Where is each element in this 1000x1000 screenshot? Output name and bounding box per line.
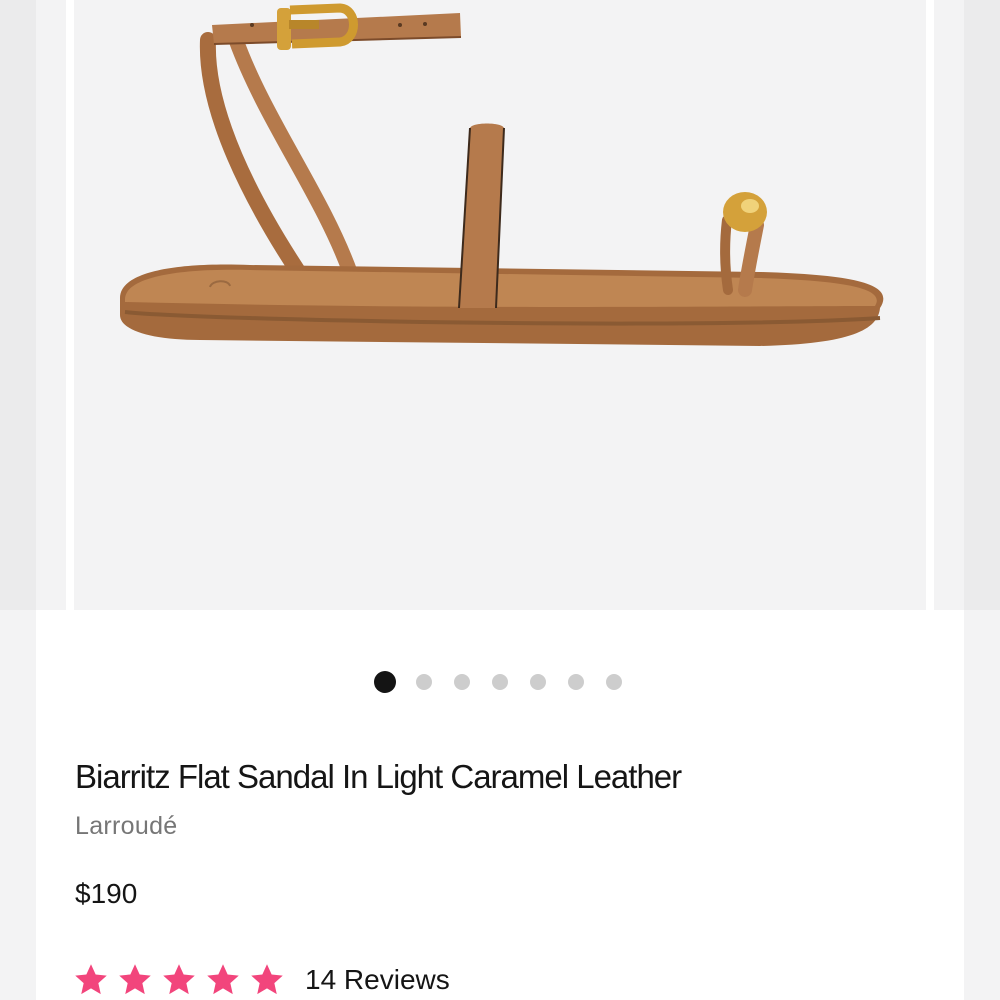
product-title: Biarritz Flat Sandal In Light Caramel Le… (75, 758, 682, 795)
product-image-carousel[interactable] (74, 0, 926, 610)
carousel-dot-3[interactable] (454, 674, 470, 690)
rating-row[interactable]: 14 Reviews (73, 962, 450, 998)
carousel-dot-2[interactable] (416, 674, 432, 690)
carousel-dot-7[interactable] (606, 674, 622, 690)
star-icon (75, 964, 107, 995)
carousel-dot-1[interactable] (374, 671, 396, 693)
carousel-gutter (926, 0, 934, 610)
star-icon (251, 964, 283, 995)
product-details-card: Biarritz Flat Sandal In Light Caramel Le… (36, 610, 964, 1000)
carousel-dot-4[interactable] (492, 674, 508, 690)
carousel-dot-5[interactable] (530, 674, 546, 690)
product-image (120, 3, 884, 346)
next-image-peek[interactable] (964, 0, 1000, 610)
carousel-pagination (374, 671, 644, 693)
star-icon (163, 964, 195, 995)
product-price: $190 (75, 878, 138, 909)
reviews-link[interactable]: 14 Reviews (305, 964, 450, 996)
star-icon (119, 964, 151, 995)
brand-name[interactable]: Larroudé (75, 812, 177, 841)
star-icon (207, 964, 239, 995)
carousel-dot-6[interactable] (568, 674, 584, 690)
